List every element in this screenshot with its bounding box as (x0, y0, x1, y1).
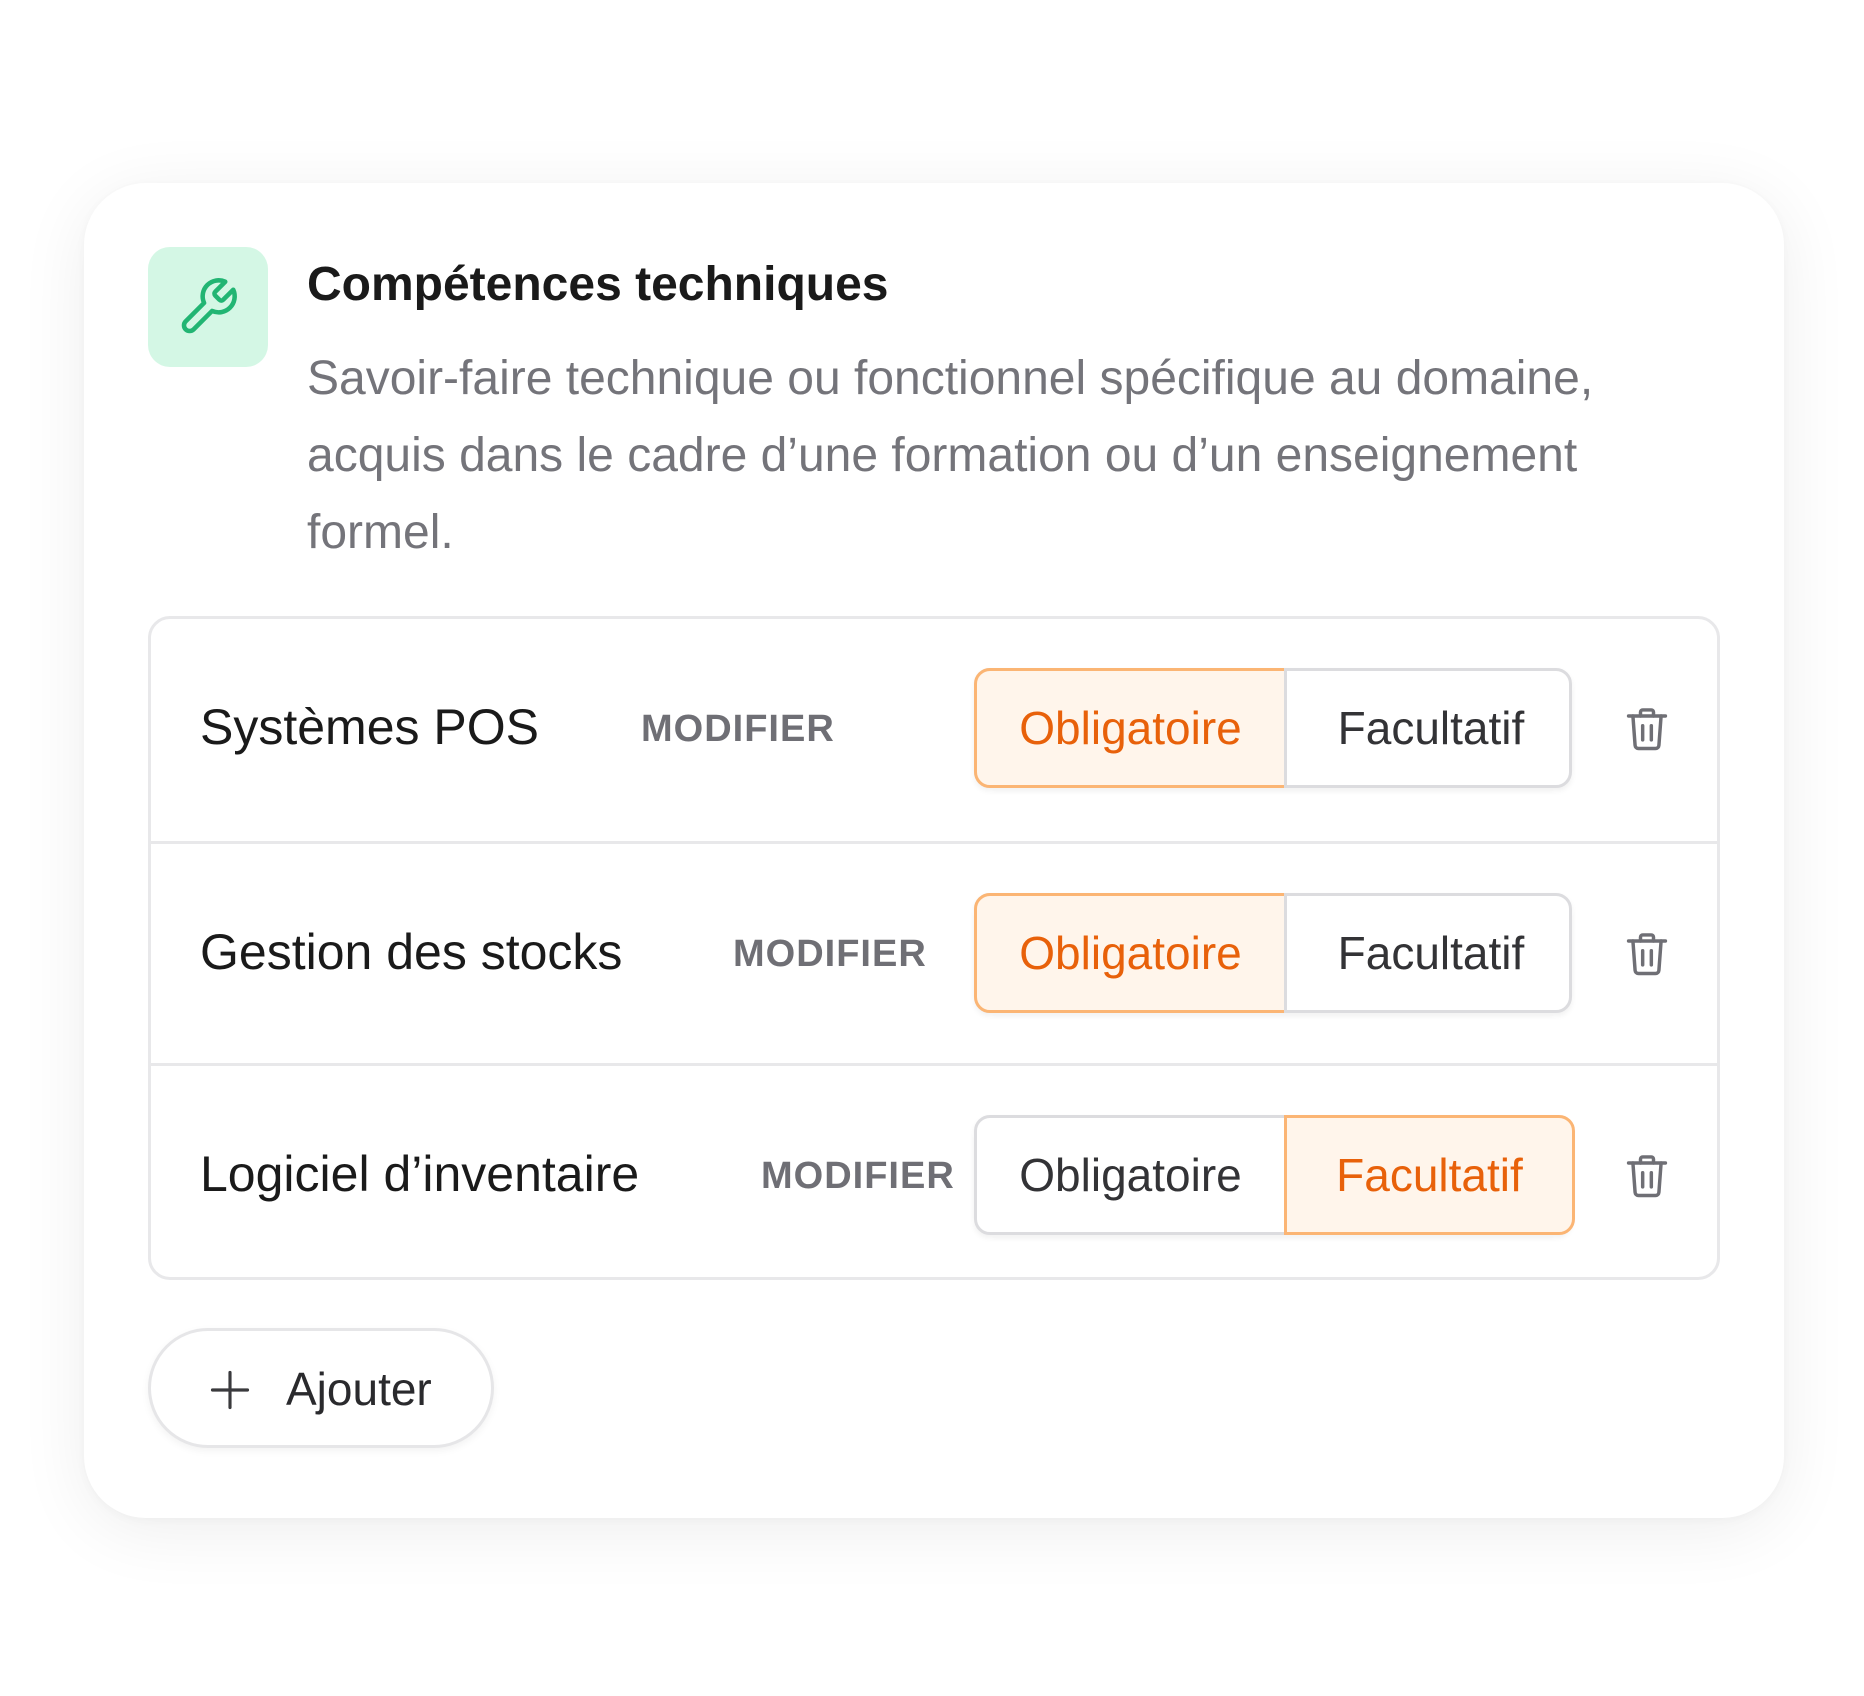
section-title: Compétences techniques (307, 258, 889, 311)
add-button-label: Ajouter (286, 1363, 432, 1415)
plus-icon (210, 1370, 250, 1410)
skill-name: Systèmes POS (200, 699, 539, 755)
technical-skills-card: Compétences techniques Savoir-faire tech… (84, 183, 1784, 1518)
trash-icon[interactable] (1621, 928, 1673, 980)
trash-icon[interactable] (1621, 703, 1673, 755)
add-skill-button[interactable]: Ajouter (148, 1328, 494, 1448)
option-obligatoire[interactable]: Obligatoire (974, 668, 1287, 788)
requirement-toggle: Obligatoire Facultatif (974, 668, 1572, 788)
option-facultatif[interactable]: Facultatif (1284, 893, 1575, 1013)
modify-button[interactable]: MODIFIER (733, 932, 927, 976)
requirement-toggle: Obligatoire Facultatif (974, 893, 1572, 1013)
skill-name: Gestion des stocks (200, 924, 623, 980)
skill-name: Logiciel d’inventaire (200, 1146, 640, 1202)
section-description: Savoir-faire technique ou fonctionnel sp… (307, 352, 1594, 559)
modify-button[interactable]: MODIFIER (641, 707, 835, 751)
skill-row: Logiciel d’inventaire MODIFIER Obligatoi… (151, 1063, 1717, 1277)
option-facultatif[interactable]: Facultatif (1284, 668, 1575, 788)
option-obligatoire[interactable]: Obligatoire (974, 1115, 1287, 1235)
option-facultatif[interactable]: Facultatif (1284, 1115, 1575, 1235)
skill-row: Systèmes POS MODIFIER Obligatoire Facult… (151, 619, 1717, 841)
section-icon-tile (148, 247, 268, 367)
skills-list: Systèmes POS MODIFIER Obligatoire Facult… (148, 616, 1720, 1280)
skill-row: Gestion des stocks MODIFIER Obligatoire … (151, 841, 1717, 1066)
trash-icon[interactable] (1621, 1150, 1673, 1202)
wrench-icon (181, 278, 237, 334)
option-obligatoire[interactable]: Obligatoire (974, 893, 1287, 1013)
requirement-toggle: Obligatoire Facultatif (974, 1115, 1575, 1235)
modify-button[interactable]: MODIFIER (761, 1154, 955, 1198)
